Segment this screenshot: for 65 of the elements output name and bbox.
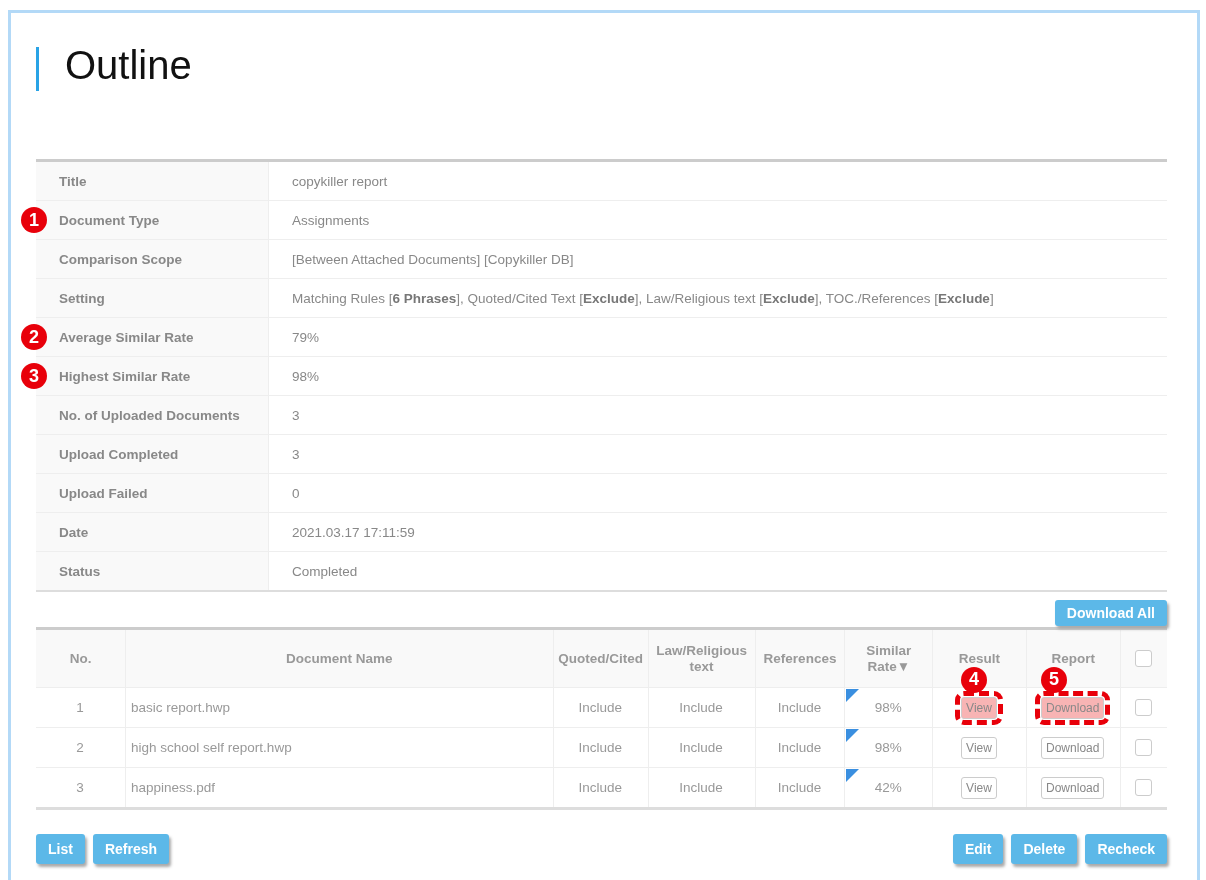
info-label: Status: [36, 552, 269, 590]
corner-marker-icon: [846, 729, 860, 742]
action-button[interactable]: Refresh: [92, 834, 170, 864]
table-cell: Include: [648, 687, 756, 728]
download-all-button[interactable]: Download All: [1054, 600, 1167, 626]
small-button[interactable]: View: [961, 776, 997, 799]
column-header: References: [755, 628, 845, 688]
accent-bar: [36, 47, 39, 91]
table-cell: 98%: [844, 687, 933, 728]
info-value: copykiller report: [291, 172, 389, 191]
info-value: 3: [291, 406, 301, 425]
info-value: 79%: [291, 328, 321, 347]
info-label: Date: [36, 513, 269, 551]
info-label: Comparison Scope: [36, 240, 269, 278]
table-cell: Include: [755, 687, 845, 728]
info-label: Title: [36, 162, 269, 200]
action-button[interactable]: Recheck: [1085, 834, 1167, 864]
table-cell: Include: [755, 727, 845, 768]
action-button[interactable]: List: [36, 834, 85, 864]
small-button[interactable]: Download: [1041, 736, 1105, 759]
column-header: Quoted/Cited: [553, 628, 649, 688]
callout-badge: 3: [21, 363, 47, 389]
table-cell: 1: [36, 687, 126, 728]
table-cell: Include: [553, 727, 649, 768]
table-cell: Include: [648, 767, 756, 809]
info-value: 2021.03.17 17:11:59: [291, 523, 416, 542]
small-button[interactable]: View: [961, 736, 997, 759]
table-cell: 3: [36, 767, 126, 809]
action-button[interactable]: Edit: [952, 834, 1004, 864]
table-cell: 2: [36, 727, 126, 768]
info-label: Setting: [36, 279, 269, 317]
table-cell: Include: [553, 687, 649, 728]
corner-marker-icon: [846, 769, 860, 782]
callout-badge: 2: [21, 324, 47, 350]
column-header: No.: [36, 628, 126, 688]
checkbox[interactable]: [1134, 739, 1152, 756]
action-button[interactable]: Delete: [1011, 834, 1078, 864]
small-button[interactable]: Download: [1041, 776, 1105, 799]
table-cell: Include: [755, 767, 845, 809]
info-value: 3: [291, 445, 301, 464]
column-header[interactable]: Similar Rate▼: [844, 628, 933, 688]
checkbox[interactable]: [1134, 779, 1152, 796]
callout-badge: 1: [21, 207, 47, 233]
table-cell: basic report.hwp: [125, 687, 554, 728]
info-value: Matching Rules [6 Phrases], Quoted/Cited Text [Exclude], Law/Religious text [Exclude], TOC./References [Exclude]: [291, 289, 995, 308]
page-title: Outline: [65, 43, 192, 88]
column-header: Document Name: [125, 628, 554, 688]
table-cell: 42%: [844, 767, 933, 809]
table-cell: Include: [648, 727, 756, 768]
checkbox[interactable]: [1134, 699, 1152, 716]
column-header: Law/Religious text: [648, 628, 756, 688]
table-cell: Include: [553, 767, 649, 809]
info-value: 98%: [291, 367, 321, 386]
table-cell: 98%: [844, 727, 933, 768]
corner-marker-icon: [846, 689, 860, 702]
info-value: Assignments: [291, 211, 371, 230]
info-label: Upload Completed: [36, 435, 269, 473]
table-cell: high school self report.hwp: [125, 727, 554, 768]
info-label: Upload Failed: [36, 474, 269, 512]
info-value: [Between Attached Documents] [Copykiller DB]: [291, 250, 575, 269]
info-value: 0: [291, 484, 301, 503]
info-value: Completed: [291, 562, 359, 581]
info-label: No. of Uploaded Documents: [36, 396, 269, 434]
table-cell: happiness.pdf: [125, 767, 554, 809]
checkbox[interactable]: [1135, 650, 1153, 667]
